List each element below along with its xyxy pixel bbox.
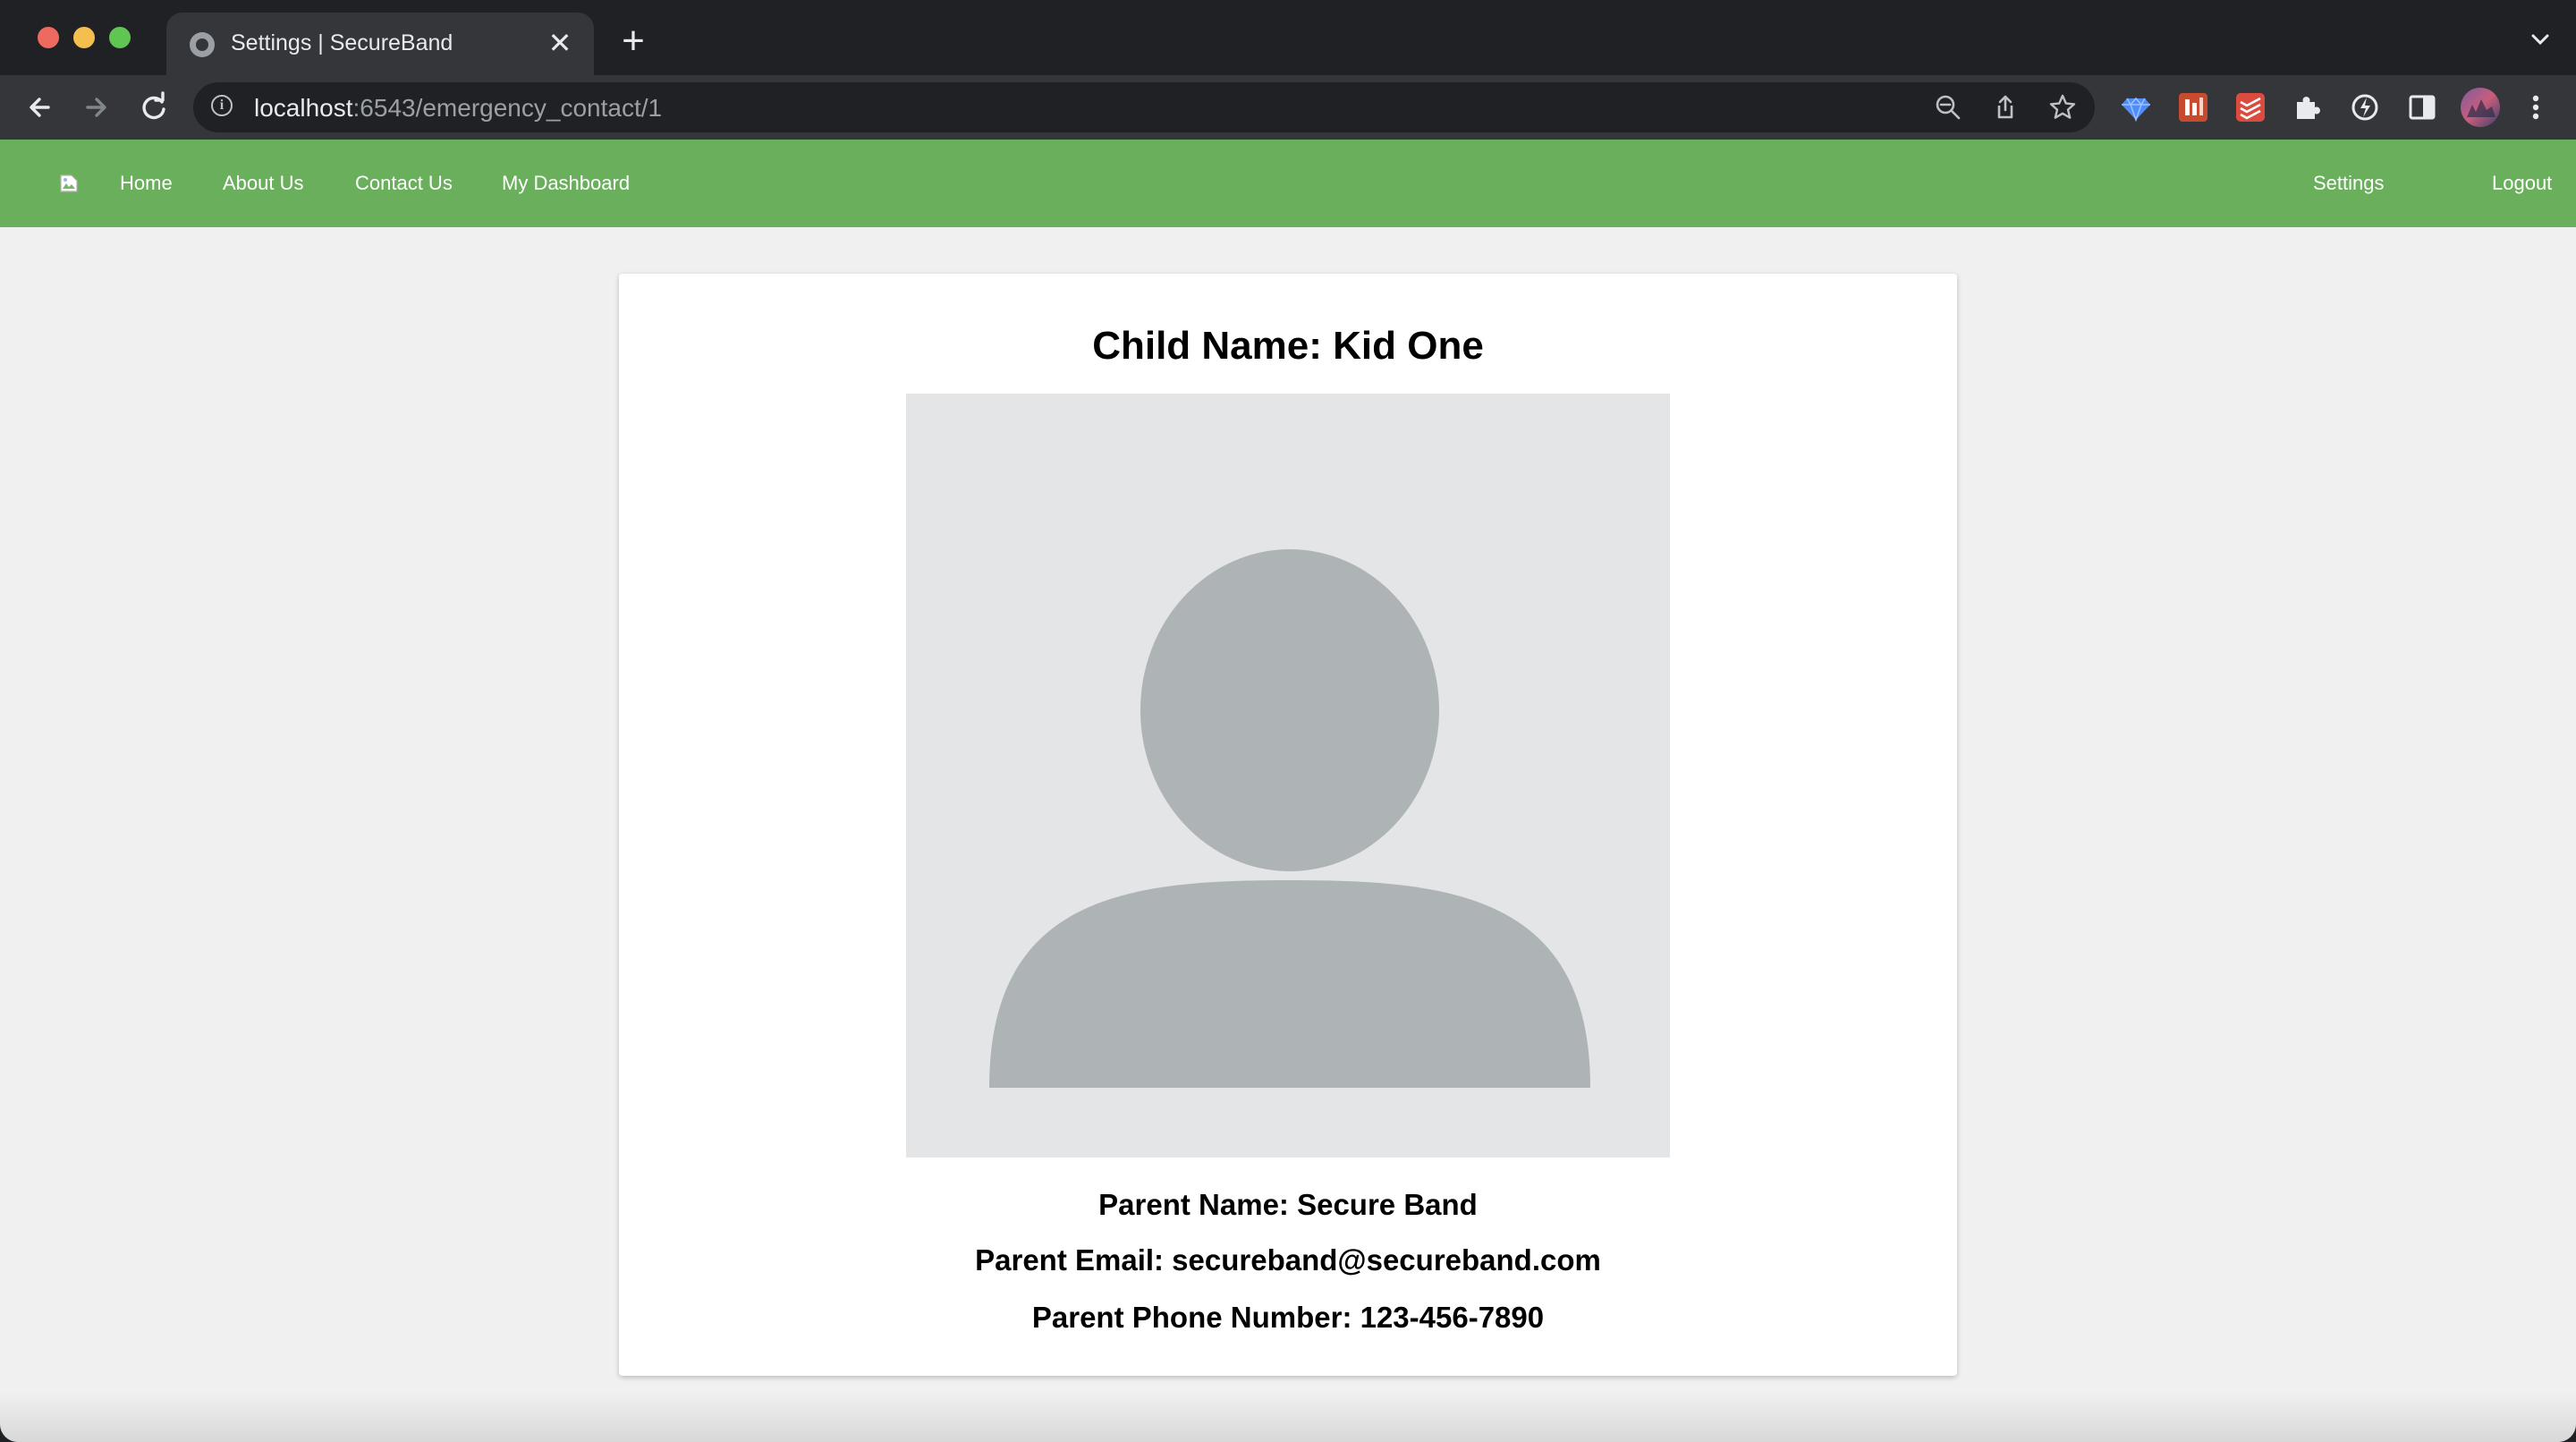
- address-bar[interactable]: i localhost:6543/emergency_contact/1: [193, 82, 2095, 132]
- browser-window: Settings | SecureBand ✕ + i localhost:65…: [0, 0, 2576, 1442]
- nav-link-home[interactable]: Home: [120, 172, 173, 195]
- share-icon[interactable]: [1991, 93, 2020, 122]
- info-icon[interactable]: i: [211, 95, 233, 116]
- broken-image-icon[interactable]: [59, 174, 79, 193]
- zoom-out-icon[interactable]: [1934, 93, 1962, 122]
- gem-extension-icon[interactable]: [2118, 89, 2154, 125]
- nav-link-about-us[interactable]: About Us: [223, 172, 304, 195]
- parent-name-text: Parent Name: Secure Band: [1098, 1188, 1478, 1221]
- nav-link-contact-us[interactable]: Contact Us: [355, 172, 453, 195]
- globe-icon: [190, 32, 215, 57]
- page-viewport: Home About Us Contact Us My Dashboard Se…: [0, 140, 2576, 1442]
- chart-extension-icon[interactable]: [2175, 89, 2211, 125]
- minimize-window-button[interactable]: [73, 27, 95, 48]
- parent-email-text: Parent Email: secureband@secureband.com: [975, 1243, 1601, 1277]
- bottom-shadow: [0, 1392, 2576, 1442]
- tab-strip: Settings | SecureBand ✕ +: [0, 0, 2576, 75]
- maximize-window-button[interactable]: [109, 27, 131, 48]
- star-icon[interactable]: [2048, 93, 2077, 122]
- reload-icon[interactable]: [136, 89, 172, 125]
- tab-title: Settings | SecureBand: [231, 30, 453, 55]
- close-icon[interactable]: ✕: [544, 27, 576, 59]
- avatar-placeholder-icon: [906, 394, 1670, 1158]
- profile-avatar-icon[interactable]: [2460, 87, 2501, 128]
- close-window-button[interactable]: [38, 27, 59, 48]
- nav-link-settings[interactable]: Settings: [2313, 172, 2385, 195]
- browser-toolbar: i localhost:6543/emergency_contact/1: [0, 75, 2576, 140]
- puzzle-icon[interactable]: [2290, 89, 2326, 125]
- browser-tab[interactable]: Settings | SecureBand ✕: [166, 13, 594, 75]
- plus-icon[interactable]: +: [615, 21, 651, 61]
- nav-link-my-dashboard[interactable]: My Dashboard: [502, 172, 630, 195]
- emergency-contact-card: Child Name: Kid One Parent Name: Secure …: [619, 274, 1957, 1376]
- chevron-down-icon[interactable]: [2526, 25, 2555, 54]
- more-icon[interactable]: [2522, 89, 2549, 125]
- url-text[interactable]: localhost:6543/emergency_contact/1: [254, 94, 662, 123]
- forward-icon[interactable]: [79, 89, 114, 125]
- todoist-extension-icon[interactable]: [2233, 89, 2268, 125]
- sidebar-icon[interactable]: [2404, 89, 2440, 125]
- sync-extension-icon[interactable]: [2347, 89, 2383, 125]
- parent-phone-text: Parent Phone Number: 123-456-7890: [1031, 1301, 1545, 1334]
- child-name-heading: Child Name: Kid One: [1092, 324, 1484, 368]
- nav-link-logout[interactable]: Logout: [2492, 172, 2552, 195]
- site-navbar: Home About Us Contact Us My Dashboard Se…: [0, 140, 2576, 227]
- back-icon[interactable]: [21, 89, 57, 125]
